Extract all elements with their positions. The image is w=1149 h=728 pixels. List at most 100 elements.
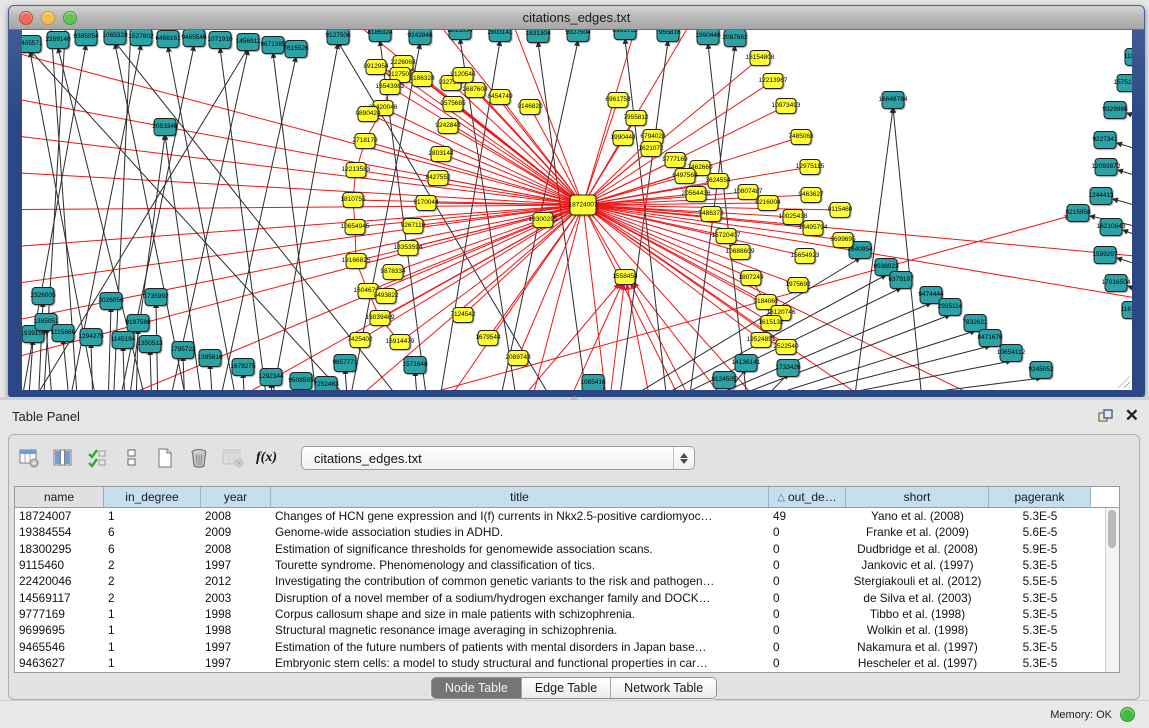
graph-node[interactable]: 1733426: [777, 359, 800, 377]
graph-node[interactable]: 16039489: [370, 310, 391, 326]
graph-node[interactable]: 1831304: [527, 30, 550, 43]
graph-node[interactable]: 12213967: [763, 73, 784, 89]
graph-node[interactable]: 9465546: [183, 30, 206, 47]
graph-node[interactable]: 1112753: [1125, 48, 1133, 66]
graph-node[interactable]: 1975692: [788, 277, 809, 293]
graph-node[interactable]: 2269140: [47, 31, 70, 49]
graph-node[interactable]: 1679544: [478, 330, 499, 346]
graph-node[interactable]: 17016504: [1105, 274, 1128, 292]
graph-node[interactable]: 6379197: [890, 271, 913, 289]
show-columns-button[interactable]: [49, 445, 76, 471]
graph-hub-node[interactable]: 18724007: [570, 195, 597, 216]
graph-node[interactable]: 9242846: [409, 30, 432, 45]
graph-node[interactable]: 7425402: [350, 332, 371, 348]
table-settings-button[interactable]: [15, 445, 42, 471]
table-selector-dropdown[interactable]: citations_edges.txt: [301, 446, 695, 470]
graph-node[interactable]: 2522540: [776, 339, 797, 355]
graph-node[interactable]: 1735992: [145, 288, 168, 306]
graph-node[interactable]: 9463627: [801, 187, 822, 203]
graph-node[interactable]: 9329966: [1104, 101, 1127, 119]
select-columns-button[interactable]: [83, 445, 110, 471]
graph-node[interactable]: 12213583: [346, 162, 367, 178]
graph-node[interactable]: 1065416: [582, 374, 605, 390]
graph-node[interactable]: 1405571: [22, 35, 42, 53]
graph-node[interactable]: 9575685: [443, 96, 464, 112]
graph-node[interactable]: 8186328: [412, 71, 433, 87]
graph-node[interactable]: 6961755: [614, 30, 637, 40]
graph-node[interactable]: 16648784: [882, 91, 905, 109]
graph-node[interactable]: 9777169: [665, 152, 686, 168]
graph-node[interactable]: 1990446: [697, 30, 720, 45]
graph-node[interactable]: 14136141: [735, 354, 758, 372]
graph-node[interactable]: 7252483: [315, 376, 338, 390]
graph-node[interactable]: 9878334: [383, 264, 404, 280]
graph-node[interactable]: 1807249: [741, 270, 762, 286]
graph-node[interactable]: 7485063: [791, 129, 812, 145]
table-row[interactable]: 977716911998Corpus callosum shape and si…: [15, 606, 1119, 622]
graph-node[interactable]: 7955812: [626, 110, 647, 126]
table-row[interactable]: 911546021997Tourette syndrome. Phenomeno…: [15, 557, 1119, 573]
graph-node[interactable]: 15751074: [1117, 74, 1133, 92]
network-window-titlebar[interactable]: citations_edges.txt: [9, 6, 1144, 30]
graph-node[interactable]: 9671385: [262, 36, 285, 54]
minimize-window-button[interactable]: [41, 11, 55, 25]
graph-node[interactable]: 8813034: [449, 30, 472, 40]
graph-node[interactable]: 1615132: [761, 315, 782, 331]
graph-node[interactable]: 1621072: [641, 141, 662, 157]
graph-node[interactable]: 1678275: [232, 358, 255, 376]
graph-node[interactable]: 1558454: [615, 269, 636, 285]
graph-node[interactable]: 7955816: [657, 30, 680, 42]
graph-node[interactable]: 1244413: [1090, 187, 1113, 205]
graph-node[interactable]: 3624554: [708, 173, 729, 189]
tab-node-table[interactable]: Node Table: [432, 678, 522, 698]
column-header-pagerank[interactable]: pagerank: [989, 487, 1091, 507]
graph-node[interactable]: 20564436: [686, 186, 707, 202]
graph-node[interactable]: 1145194: [112, 331, 135, 349]
graph-node[interactable]: 1071910: [209, 31, 232, 49]
graph-node[interactable]: 6961758: [608, 92, 629, 108]
graph-node[interactable]: 9115460: [830, 202, 851, 218]
graph-node[interactable]: 2935114: [939, 298, 962, 316]
graph-node[interactable]: 9245052: [1030, 361, 1053, 379]
graph-node[interactable]: 1527602: [130, 30, 153, 46]
function-builder-button[interactable]: f(x): [253, 445, 280, 471]
graph-node[interactable]: 7486372: [701, 206, 722, 222]
graph-node[interactable]: 18300295: [533, 212, 554, 228]
graph-node[interactable]: 2053346: [154, 118, 177, 136]
table-row[interactable]: 946362711997Embryonic stem cells: a mode…: [15, 655, 1119, 671]
graph-node[interactable]: 1795722: [172, 341, 195, 359]
graph-node[interactable]: 15720407: [716, 228, 737, 244]
graph-node[interactable]: 19524851: [751, 332, 772, 348]
graph-node[interactable]: 9120546: [453, 67, 474, 83]
graph-node[interactable]: 1294275: [80, 328, 103, 346]
table-row[interactable]: 1872400712008Changes of HCN gene express…: [15, 508, 1119, 524]
table-row[interactable]: 2242004622012Investigating the contribut…: [15, 573, 1119, 589]
graph-node[interactable]: 1810755: [343, 192, 364, 208]
graph-node[interactable]: 18495794: [803, 220, 824, 236]
table-scrollbar-thumb[interactable]: [1108, 510, 1116, 548]
graph-node[interactable]: 7615526: [285, 40, 308, 58]
graph-node[interactable]: 8427552: [428, 170, 449, 186]
graph-node[interactable]: 2803144: [431, 146, 452, 162]
graph-node[interactable]: 9124505: [713, 371, 736, 389]
graph-node[interactable]: 2326005: [32, 287, 55, 305]
tab-edge-table[interactable]: Edge Table: [522, 678, 611, 698]
column-header-short[interactable]: short: [846, 487, 989, 507]
graph-node[interactable]: 1456911: [237, 33, 260, 51]
graph-node[interactable]: 18353594: [398, 240, 419, 256]
graph-node[interactable]: 2803141: [489, 30, 512, 42]
network-canvas[interactable]: 1405571226914093850541065328152760264661…: [22, 30, 1132, 390]
graph-node[interactable]: 12975115: [800, 159, 821, 175]
table-scrollbar[interactable]: [1105, 508, 1119, 672]
graph-node[interactable]: 1395816: [199, 349, 222, 367]
zoom-window-button[interactable]: [63, 11, 77, 25]
graph-node[interactable]: 19166825: [346, 253, 367, 269]
graph-node[interactable]: 9267110: [403, 218, 424, 234]
graph-node[interactable]: 1571648: [404, 356, 427, 374]
column-header-out_de[interactable]: △out_de…: [769, 487, 846, 507]
graph-node[interactable]: 7124542: [453, 307, 474, 323]
table-row[interactable]: 1938455462009Genome-wide association stu…: [15, 524, 1119, 540]
graph-node[interactable]: 1115686: [52, 324, 75, 342]
graph-node[interactable]: 12093872: [1095, 158, 1118, 176]
graph-node[interactable]: 1065328: [104, 30, 127, 45]
